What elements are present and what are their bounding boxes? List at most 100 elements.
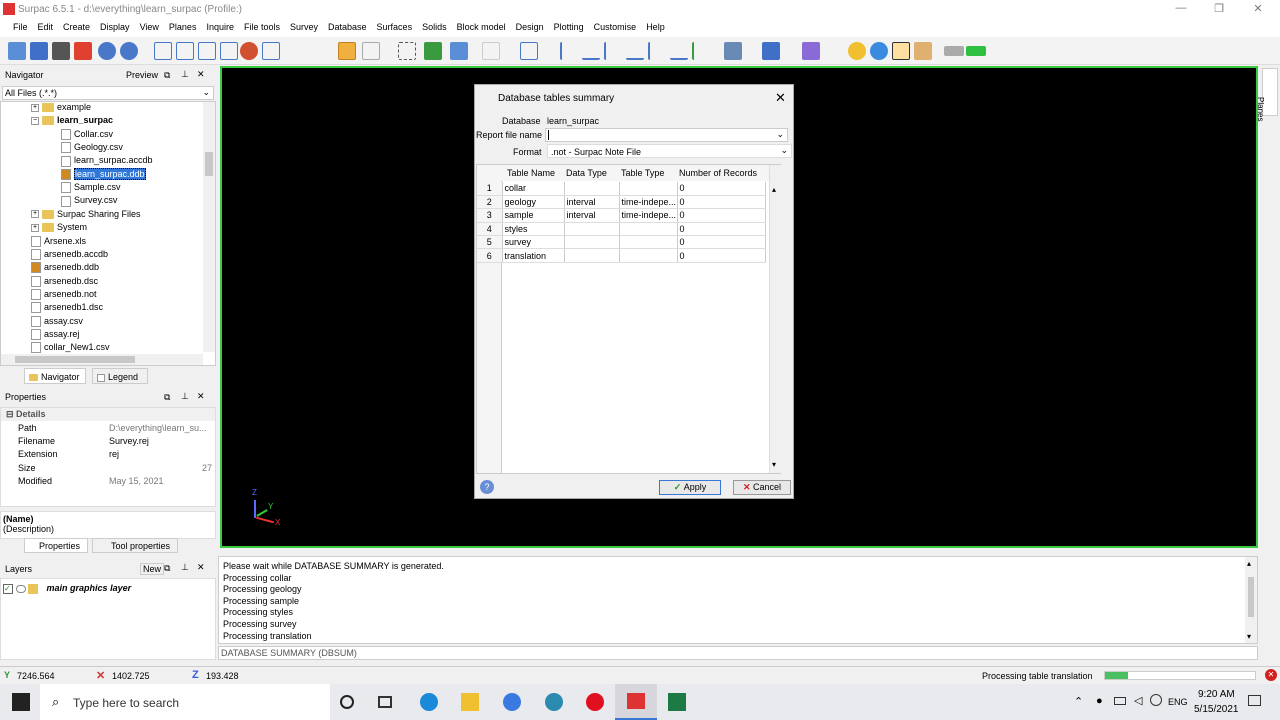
clock-date[interactable]: 5/15/2021 — [1194, 704, 1239, 715]
tree-item[interactable]: Collar.csv — [61, 129, 113, 142]
cortana-icon[interactable] — [340, 695, 354, 709]
menu-display[interactable]: Display — [95, 20, 135, 32]
menu-help[interactable]: Help — [641, 20, 670, 32]
rotate-icon[interactable] — [240, 42, 258, 60]
close-panel-icon[interactable]: ✕ — [197, 69, 205, 80]
battery-icon[interactable] — [1114, 697, 1126, 705]
details-section[interactable]: ⊟ Details — [1, 408, 215, 421]
battery-green-icon[interactable] — [966, 46, 986, 56]
menu-database[interactable]: Database — [323, 20, 372, 32]
menu-create[interactable]: Create — [58, 20, 95, 32]
zoom-window-icon[interactable] — [220, 42, 238, 60]
tree-item[interactable]: assay.csv — [31, 316, 83, 329]
menu-design[interactable]: Design — [511, 20, 549, 32]
chrome-icon[interactable] — [503, 693, 521, 711]
expand-toggle-icon[interactable]: + — [31, 223, 39, 232]
menu-surfaces[interactable]: Surfaces — [372, 20, 418, 32]
table-row[interactable]: 3 sample interval time-indepe... 0 — [477, 208, 766, 223]
edit-point-icon[interactable] — [424, 42, 442, 60]
cancel-button[interactable]: ✕ Cancel — [733, 480, 791, 495]
menu-edit[interactable]: Edit — [33, 20, 59, 32]
tree-item[interactable]: arsenedb.dsc — [31, 276, 98, 289]
pan-icon[interactable] — [198, 42, 216, 60]
clock-time[interactable]: 9:20 AM — [1198, 689, 1235, 700]
grid-cell[interactable]: time-indepe... — [619, 208, 678, 223]
tab-navigator[interactable]: Navigator — [24, 368, 86, 384]
tree-item[interactable]: arsenedb.accdb — [31, 249, 108, 262]
property-row[interactable]: Extension rej — [1, 448, 215, 461]
scroll-up-icon[interactable]: ▴ — [1247, 558, 1251, 570]
menu-file[interactable]: File — [8, 20, 33, 32]
expand-toggle-icon[interactable]: + — [31, 210, 39, 219]
float-icon[interactable]: ⧉ — [164, 70, 170, 81]
float-icon[interactable]: ⧉ — [164, 392, 170, 403]
extend-icon[interactable] — [692, 42, 710, 60]
menu-customise[interactable]: Customise — [589, 20, 642, 32]
layer-item[interactable]: ✓ main graphics layer — [3, 583, 213, 596]
maximize-button[interactable]: ❐ — [1204, 2, 1234, 18]
tree-item[interactable]: + System — [31, 222, 87, 235]
properties-icon[interactable] — [724, 42, 742, 60]
menu-inquire[interactable]: Inquire — [201, 20, 239, 32]
windows-start-icon[interactable] — [12, 693, 30, 711]
tree-item[interactable]: Survey.csv — [61, 195, 117, 208]
pin-icon[interactable]: ⊥ — [181, 562, 189, 573]
tree-vscroll-thumb[interactable] — [205, 152, 213, 176]
menu-view[interactable]: View — [135, 20, 164, 32]
notification-icon[interactable] — [1248, 695, 1261, 706]
preview-button[interactable]: Preview — [126, 70, 158, 80]
grid-cell[interactable] — [619, 248, 678, 263]
opera-icon[interactable] — [586, 693, 604, 711]
property-row[interactable]: Path D:\everything\learn_su... — [1, 422, 215, 435]
trim-icon[interactable] — [670, 42, 688, 60]
checkbox-icon[interactable]: ✓ — [3, 583, 13, 594]
taskbar-search-box[interactable]: ⌕ Type here to search — [40, 684, 330, 720]
planes-side-tab[interactable]: Planes — [1256, 68, 1278, 121]
tab-properties[interactable]: Properties — [24, 538, 88, 553]
move-icon[interactable] — [450, 42, 468, 60]
volume-icon[interactable]: ◁ — [1134, 694, 1142, 707]
grid-cell[interactable]: 0 — [677, 248, 766, 263]
close-window-button[interactable]: ✕ — [1243, 2, 1273, 18]
line-tool-icon[interactable] — [520, 42, 538, 60]
pin-icon[interactable]: ⊥ — [181, 69, 189, 80]
stop-icon[interactable]: ✕ — [1265, 669, 1277, 681]
pin-icon[interactable]: ⊥ — [181, 391, 189, 402]
battery-gray-icon[interactable] — [944, 46, 964, 56]
undo-icon[interactable] — [98, 42, 116, 60]
tree-item[interactable]: arsenedb1.dsc — [31, 302, 103, 315]
grid-cell[interactable]: styles — [502, 222, 565, 237]
target-icon[interactable] — [262, 42, 280, 60]
print-icon[interactable] — [52, 42, 70, 60]
tab-legend[interactable]: Legend — [92, 368, 148, 384]
point-icon[interactable] — [482, 42, 500, 60]
network-globe-icon[interactable] — [1150, 694, 1162, 706]
format-select[interactable]: .not - Surpac Note File ⌄ — [547, 144, 792, 158]
break-icon[interactable] — [648, 42, 666, 60]
segment-icon[interactable] — [560, 42, 578, 60]
property-row[interactable]: Filename Survey.rej — [1, 435, 215, 448]
grid-cell[interactable]: sample — [502, 208, 565, 223]
grid-cell[interactable] — [564, 222, 620, 237]
grid-cell[interactable] — [564, 248, 620, 263]
surpac-taskbar-button[interactable] — [615, 684, 657, 720]
grid-cell[interactable] — [619, 222, 678, 237]
tree-item[interactable]: Geology.csv — [61, 142, 123, 155]
expand-toggle-icon[interactable]: + — [31, 103, 39, 112]
float-icon[interactable]: ⧉ — [164, 563, 170, 574]
select-arrow-icon[interactable] — [362, 42, 380, 60]
file-explorer-icon[interactable] — [461, 693, 479, 711]
sun-icon[interactable] — [848, 42, 866, 60]
grid-cell[interactable]: 0 — [677, 235, 766, 250]
tab-tool-properties[interactable]: Tool properties — [92, 538, 178, 553]
tree-item[interactable]: arsenedb.ddb — [31, 262, 99, 275]
menu-block-model[interactable]: Block model — [452, 20, 511, 32]
tree-item[interactable]: Sample.csv — [61, 182, 121, 195]
select-box-icon[interactable] — [398, 42, 416, 60]
edge-icon[interactable] — [420, 693, 438, 711]
network-icon[interactable] — [762, 42, 780, 60]
apply-button[interactable]: ✓ Apply — [659, 480, 721, 495]
grid-cell[interactable]: time-indepe... — [619, 195, 678, 210]
grid-cell[interactable] — [619, 182, 678, 196]
minimize-button[interactable]: — — [1166, 2, 1196, 18]
